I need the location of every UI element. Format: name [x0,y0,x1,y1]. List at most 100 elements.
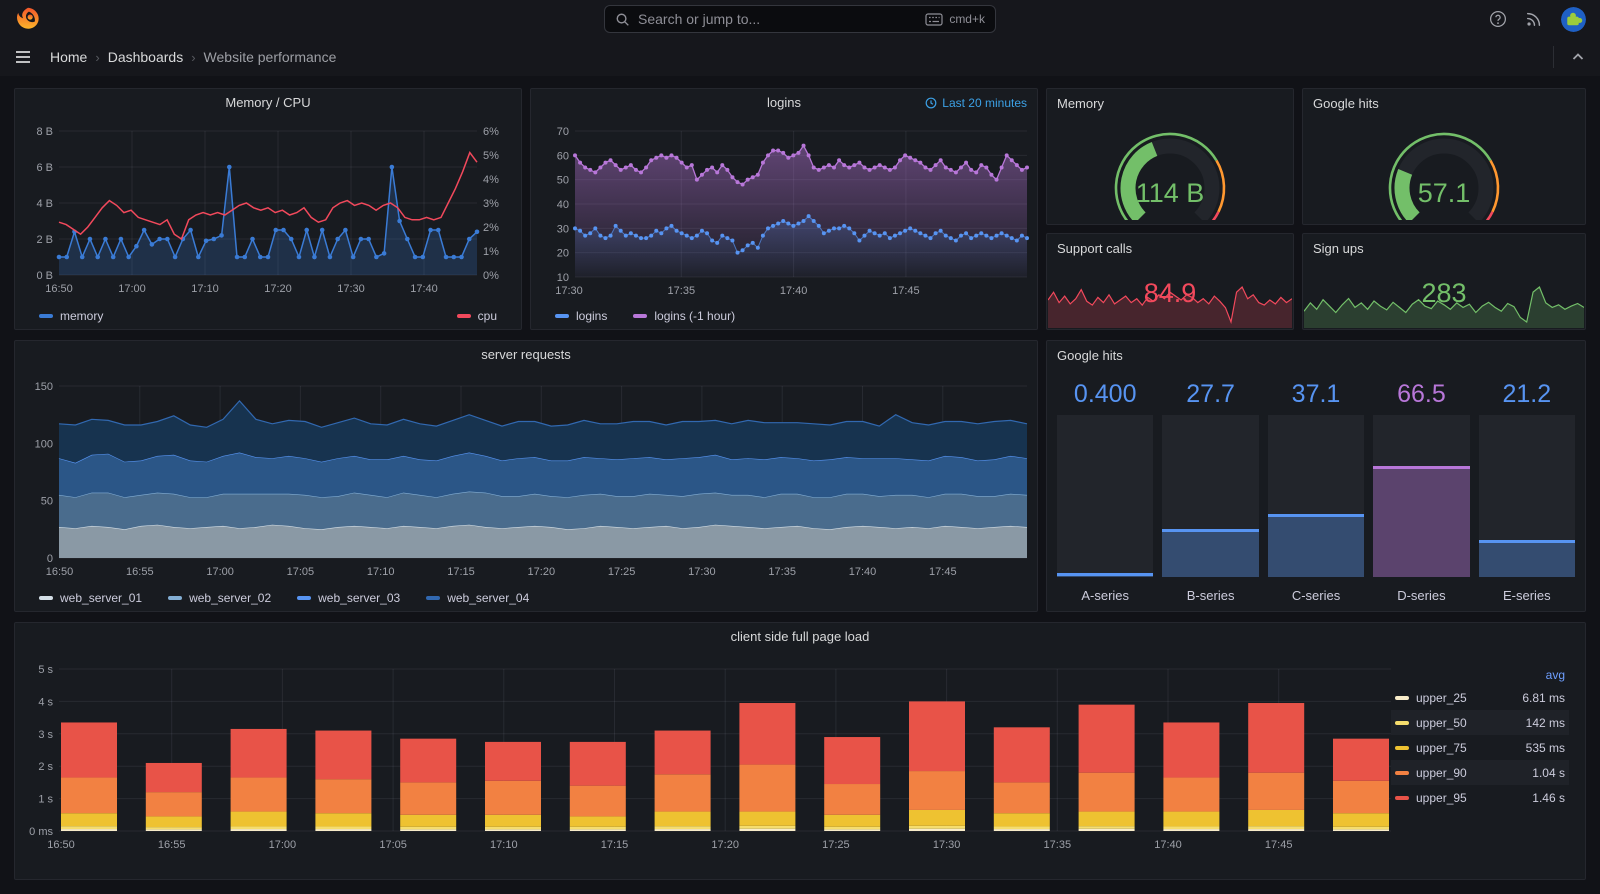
svg-text:17:05: 17:05 [379,839,407,851]
support-calls-value: 84.9 [1143,278,1197,308]
svg-text:2 s: 2 s [38,761,53,773]
svg-text:1 s: 1 s [38,794,53,806]
bar-gauge-fill [1162,529,1259,577]
search-shortcut: cmd+k [925,12,985,26]
menu-toggle-icon[interactable] [14,48,32,66]
panel-title-google-hits-bars[interactable]: Google hits [1057,348,1123,363]
clock-icon [925,97,937,109]
user-avatar[interactable] [1561,6,1586,32]
time-range-badge[interactable]: Last 20 minutes [925,96,1027,110]
svg-text:17:45: 17:45 [1265,839,1293,851]
svg-text:17:30: 17:30 [337,283,365,295]
svg-text:60: 60 [557,150,569,162]
svg-text:20: 20 [557,248,569,260]
panel-title-server-requests[interactable]: server requests [15,347,1037,362]
grafana-logo-icon[interactable] [14,5,42,33]
bar-gauge-value: 37.1 [1291,379,1341,408]
svg-text:2 B: 2 B [36,234,53,246]
svg-text:17:00: 17:00 [206,566,234,578]
collapse-topbar-icon[interactable] [1570,49,1586,65]
panel-memory-cpu: Memory / CPU 0 B 2 B 4 B 6 B 8 B 0% 1% 2% 3% 4% 5%… [14,88,522,330]
legend-item-web_server_03[interactable]: web_server_03 [297,591,400,605]
legend-item-upper_95[interactable]: upper_95 1.46 s [1391,785,1569,810]
legend-item-memory[interactable]: memory [39,309,103,323]
search-icon [616,13,629,26]
breadcrumb-home[interactable]: Home [50,49,87,65]
svg-text:17:40: 17:40 [780,285,808,297]
panel-sign-ups: Sign ups 283 [1302,233,1586,330]
memory-gauge: 114 B [1114,132,1226,220]
news-feed-icon[interactable] [1525,10,1543,28]
svg-text:17:40: 17:40 [1154,839,1182,851]
bar-gauge-column-C-series: 37.1 C-series [1267,373,1365,603]
breadcrumb-current-page: Website performance [203,49,337,65]
svg-text:0 ms: 0 ms [29,826,53,838]
bar-gauge-column-B-series: 27.7 B-series [1162,373,1259,603]
bar-gauge-track [1373,415,1470,577]
svg-text:4 B: 4 B [36,198,53,210]
svg-text:0 B: 0 B [36,270,53,282]
legend-item-web_server_01[interactable]: web_server_01 [39,591,142,605]
svg-text:17:25: 17:25 [608,566,636,578]
svg-text:17:25: 17:25 [822,839,850,851]
panel-title-memory-gauge[interactable]: Memory [1057,96,1104,111]
svg-text:16:55: 16:55 [126,566,154,578]
svg-text:17:30: 17:30 [555,285,583,297]
svg-text:40: 40 [557,199,569,211]
svg-text:8 B: 8 B [36,126,53,138]
svg-text:17:35: 17:35 [768,566,796,578]
svg-text:17:40: 17:40 [410,283,438,295]
legend-item-web_server_02[interactable]: web_server_02 [168,591,271,605]
search-input[interactable]: Search or jump to... cmd+k [604,5,996,33]
legend-item-cpu[interactable]: cpu [456,309,497,323]
svg-text:10: 10 [557,272,569,284]
svg-text:17:15: 17:15 [601,839,629,851]
svg-text:17:20: 17:20 [528,566,556,578]
bar-gauge-value: 66.5 [1397,379,1446,408]
panel-memory-gauge: Memory 114 B [1046,88,1294,225]
svg-text:17:30: 17:30 [688,566,716,578]
panel-title-sign-ups[interactable]: Sign ups [1313,241,1364,256]
svg-text:17:15: 17:15 [447,566,475,578]
legend-item-logins[interactable]: logins [555,309,607,323]
panel-title-client-page-load[interactable]: client side full page load [15,629,1585,644]
svg-text:1%: 1% [483,246,499,258]
svg-text:114 B: 114 B [1136,178,1205,208]
svg-text:17:30: 17:30 [933,839,961,851]
svg-text:17:20: 17:20 [711,839,739,851]
legend-avg-header[interactable]: avg [1391,665,1569,685]
keyboard-icon [925,12,943,26]
panel-google-hits-bars: Google hits 0.400 A-series 27.7 B-series 37.… [1046,340,1586,612]
svg-text:50: 50 [557,175,569,187]
breadcrumb-dashboards[interactable]: Dashboards [108,49,184,65]
bar-gauge-fill [1057,573,1154,577]
svg-text:17:00: 17:00 [118,283,146,295]
bar-gauge-value: 0.400 [1073,379,1137,408]
grafana-dashboard: { "topbar": { "search_placeholder": "Sea… [0,0,1600,894]
legend-item-upper_50[interactable]: upper_50 142 ms [1391,710,1569,735]
bar-gauge-column-A-series: 0.400 A-series [1057,373,1154,603]
svg-text:6 B: 6 B [36,162,53,174]
panel-title-support-calls[interactable]: Support calls [1057,241,1132,256]
top-navigation-bar: Search or jump to... cmd+k [0,0,1600,38]
legend-item-upper_75[interactable]: upper_75 535 ms [1391,735,1569,760]
breadcrumb-separator: › [95,49,100,65]
legend-item-upper_25[interactable]: upper_25 6.81 ms [1391,685,1569,710]
svg-text:16:50: 16:50 [46,566,74,578]
bar-gauge-fill [1373,466,1470,577]
panel-title-memory-cpu[interactable]: Memory / CPU [15,95,521,110]
panel-title-google-hits-gauge[interactable]: Google hits [1313,96,1379,111]
svg-text:3%: 3% [483,198,499,210]
svg-text:100: 100 [35,438,53,450]
svg-text:5%: 5% [483,150,499,162]
google-hits-gauge: 57.1 [1388,132,1500,220]
help-icon[interactable] [1489,10,1507,28]
svg-text:17:05: 17:05 [287,566,315,578]
legend-item-upper_90[interactable]: upper_90 1.04 s [1391,760,1569,785]
svg-text:5 s: 5 s [38,664,53,676]
panel-client-page-load: client side full page load 0 ms 1 s 2 s 3 s… [14,622,1586,880]
svg-text:17:00: 17:00 [269,839,297,851]
legend-item-logins-1hour[interactable]: logins (-1 hour) [633,309,735,323]
bar-gauge-category-label: D-series [1397,588,1446,603]
legend-item-web_server_04[interactable]: web_server_04 [426,591,529,605]
